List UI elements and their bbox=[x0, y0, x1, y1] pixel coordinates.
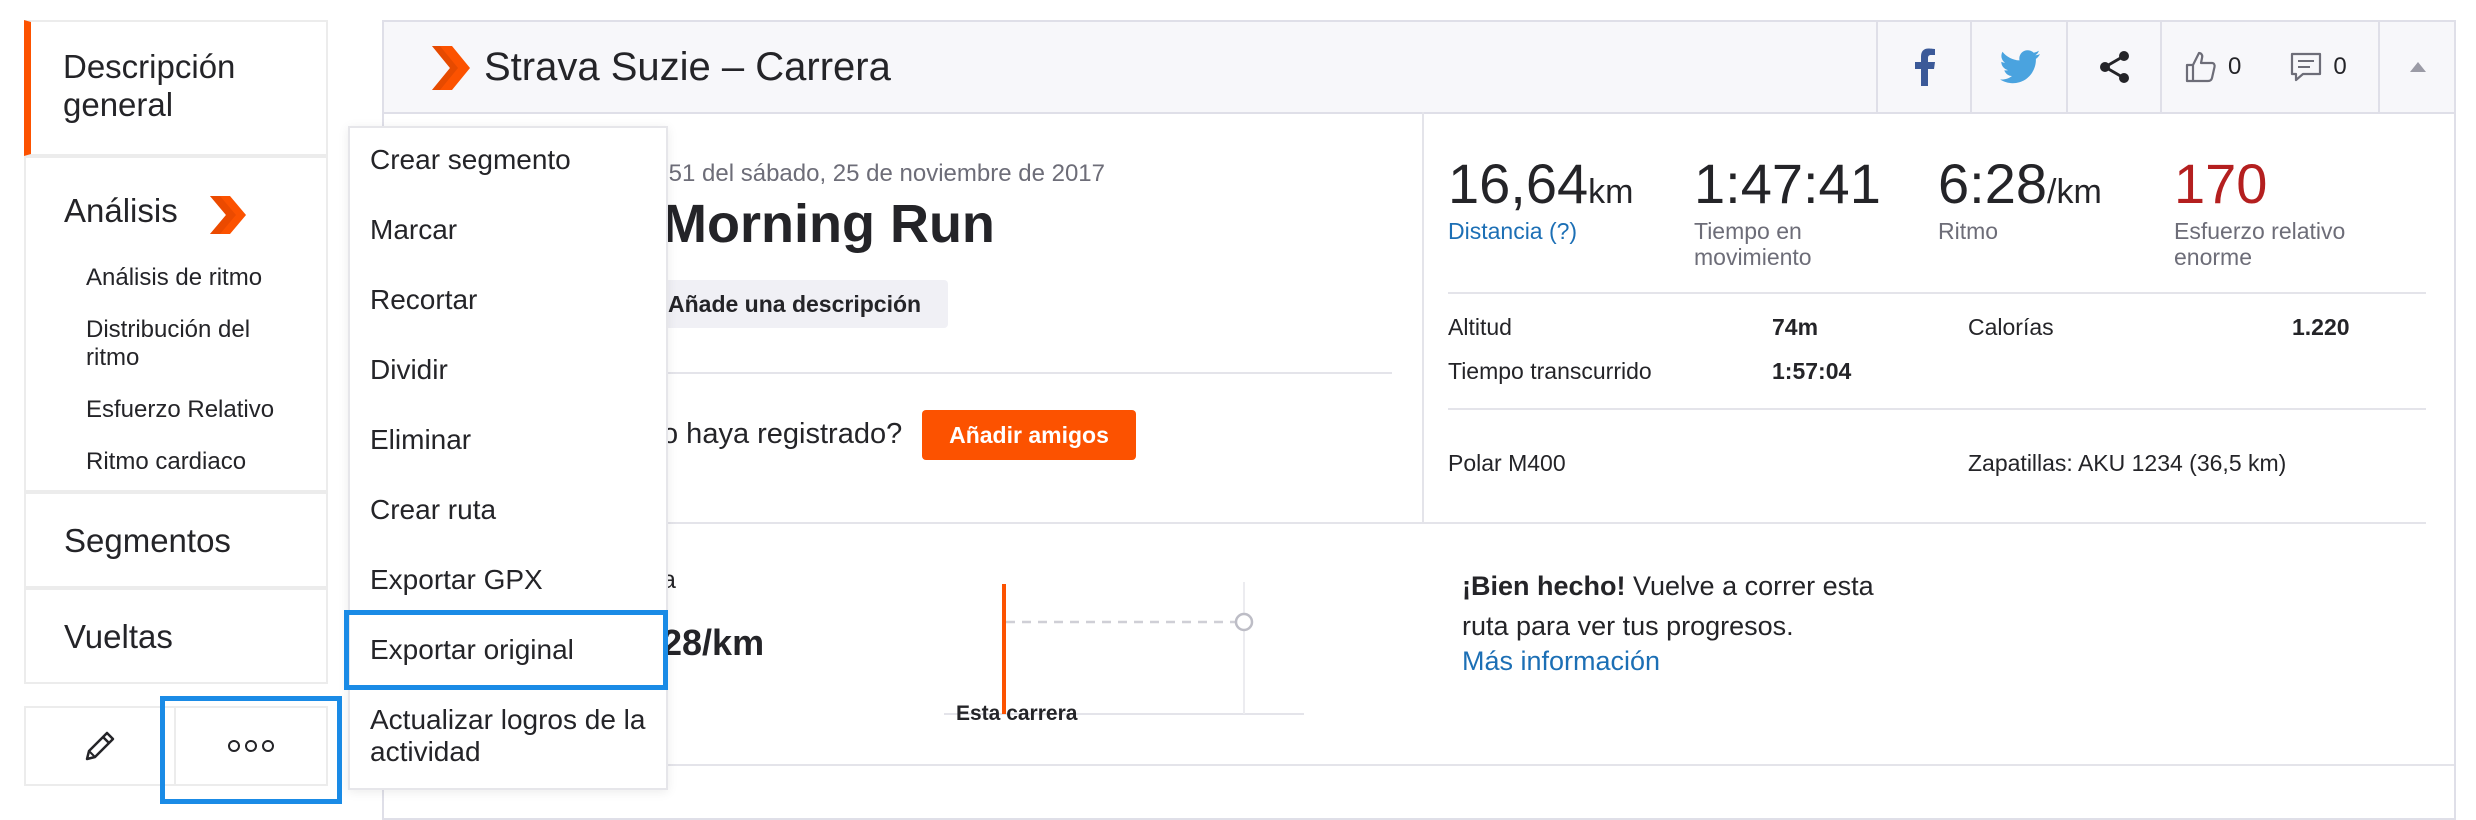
menu-item-export-gpx[interactable]: Exportar GPX bbox=[370, 564, 543, 596]
add-description-button[interactable]: Añade una descripción bbox=[648, 280, 948, 328]
strava-chevron-icon bbox=[210, 196, 246, 234]
stat-moving-time: 1:47:41 Tiempo en movimiento bbox=[1694, 152, 1894, 270]
more-info-link[interactable]: Más información bbox=[1462, 646, 1660, 677]
sidebar-item-label: Vueltas bbox=[64, 618, 173, 655]
column-divider bbox=[1422, 112, 1424, 522]
menu-item-flag[interactable]: Marcar bbox=[370, 214, 457, 246]
add-friends-button[interactable]: Añadir amigos bbox=[922, 410, 1136, 460]
distance-help-link[interactable]: Distancia (?) bbox=[1448, 218, 1633, 244]
more-actions-menu: Crear segmento Marcar Recortar Dividir E… bbox=[348, 126, 668, 790]
activity-header: Strava Suzie – Carrera 0 0 bbox=[384, 22, 2454, 114]
share-facebook-button[interactable] bbox=[1876, 22, 1972, 112]
sidebar-item-relative-effort[interactable]: Esfuerzo Relativo bbox=[86, 396, 274, 424]
page-title: Strava Suzie – Carrera bbox=[484, 45, 891, 89]
elapsed-time-label: Tiempo transcurrido bbox=[1448, 358, 1652, 384]
moving-time-value: 1:47:41 bbox=[1694, 152, 1881, 215]
distance-value: 16,64 bbox=[1448, 152, 1589, 215]
kudos-button[interactable]: 0 bbox=[2184, 50, 2241, 84]
well-done-message: ¡Bien hecho! Vuelve a correr esta ruta p… bbox=[1462, 566, 1902, 646]
relative-effort-label: Esfuerzo relativo enorme bbox=[2174, 218, 2346, 270]
menu-item-refresh-achievements[interactable]: Actualizar logros de la actividad bbox=[370, 704, 650, 768]
calories-label: Calorías bbox=[1968, 314, 2054, 340]
device-name: Polar M400 bbox=[1448, 450, 1566, 476]
share-twitter-button[interactable] bbox=[1970, 22, 2068, 112]
menu-item-split[interactable]: Dividir bbox=[370, 354, 448, 386]
comments-button[interactable]: 0 bbox=[2289, 50, 2347, 84]
calories-value: 1.220 bbox=[2292, 314, 2350, 340]
facebook-icon bbox=[1915, 48, 1935, 86]
stat-pace: 6:28/km Ritmo bbox=[1938, 152, 2102, 244]
comment-icon bbox=[2291, 52, 2322, 82]
menu-item-crop[interactable]: Recortar bbox=[370, 284, 477, 316]
sidebar-item-label: Segmentos bbox=[64, 522, 231, 559]
chart-label-this-run: Esta carrera bbox=[956, 702, 1078, 725]
caret-up-icon bbox=[2410, 62, 2426, 72]
sidebar-item-overview[interactable]: Descripción general bbox=[24, 20, 328, 156]
activity-name[interactable]: Morning Run bbox=[662, 192, 995, 256]
activity-datetime: :51 del sábado, 25 de noviembre de 2017 bbox=[662, 160, 1106, 187]
sidebar-item-analysis[interactable]: Análisis bbox=[64, 192, 178, 230]
menu-item-create-route[interactable]: Crear ruta bbox=[370, 494, 496, 526]
menu-item-create-segment[interactable]: Crear segmento bbox=[370, 144, 571, 176]
activity-panel: Strava Suzie – Carrera 0 0:51 del sábad… bbox=[382, 20, 2456, 820]
elevation-value: 74m bbox=[1772, 314, 1819, 340]
menu-item-delete[interactable]: Eliminar bbox=[370, 424, 471, 456]
divider bbox=[384, 764, 2454, 766]
relative-effort-value: 170 bbox=[2174, 152, 2268, 215]
twitter-icon bbox=[2000, 50, 2040, 84]
sidebar-item-heart-rate[interactable]: Ritmo cardiaco bbox=[86, 448, 246, 476]
elevation-label: Altitud bbox=[1448, 314, 1512, 340]
shoes-info[interactable]: Zapatillas: AKU 1234 (36,5 km) bbox=[1968, 450, 2286, 477]
stat-relative-effort[interactable]: 170 Esfuerzo relativo enorme bbox=[2174, 152, 2424, 270]
sidebar-item-pace-analysis[interactable]: Análisis de ritmo bbox=[86, 264, 262, 292]
divider bbox=[648, 372, 1392, 374]
export-original-highlight bbox=[344, 610, 668, 690]
friends-prompt: o haya registrado? bbox=[662, 418, 903, 450]
thumbs-up-icon bbox=[2185, 51, 2216, 83]
divider bbox=[648, 522, 2426, 524]
sidebar-item-segments[interactable]: Segmentos bbox=[24, 492, 328, 588]
stat-distance: 16,64km Distancia (?) bbox=[1448, 152, 1633, 244]
share-button[interactable] bbox=[2066, 22, 2162, 112]
sidebar-item-label: Descripción general bbox=[63, 48, 236, 123]
kudos-comments-group: 0 0 bbox=[2160, 22, 2378, 112]
more-button-highlight bbox=[160, 696, 342, 804]
comparison-pace: 28/km bbox=[662, 622, 765, 663]
pace-value: 6:28 bbox=[1938, 152, 2047, 215]
moving-time-label: Tiempo en movimiento bbox=[1694, 218, 1812, 270]
activity-type-icon bbox=[432, 46, 470, 90]
collapse-button[interactable] bbox=[2378, 22, 2456, 112]
pencil-icon bbox=[85, 731, 115, 761]
distance-unit: km bbox=[1588, 173, 1634, 211]
pace-unit: /km bbox=[2047, 173, 2102, 211]
pace-label: Ritmo bbox=[1938, 218, 1999, 244]
divider bbox=[1448, 408, 2426, 410]
share-icon bbox=[2100, 51, 2129, 83]
sidebar-item-laps[interactable]: Vueltas bbox=[24, 588, 328, 684]
well-done-heading: ¡Bien hecho! bbox=[1462, 571, 1626, 601]
kudos-count: 0 bbox=[2228, 53, 2242, 80]
comments-count: 0 bbox=[2333, 53, 2347, 80]
sidebar-item-pace-distribution[interactable]: Distribución del ritmo bbox=[86, 316, 306, 372]
elapsed-time-value: 1:57:04 bbox=[1772, 358, 1852, 384]
divider bbox=[1448, 292, 2426, 294]
sidebar-section-analysis: Análisis Análisis de ritmo Distribución … bbox=[24, 156, 328, 492]
edit-button[interactable] bbox=[26, 708, 176, 784]
activity-sidebar: Descripción general Análisis Análisis de… bbox=[24, 20, 328, 685]
